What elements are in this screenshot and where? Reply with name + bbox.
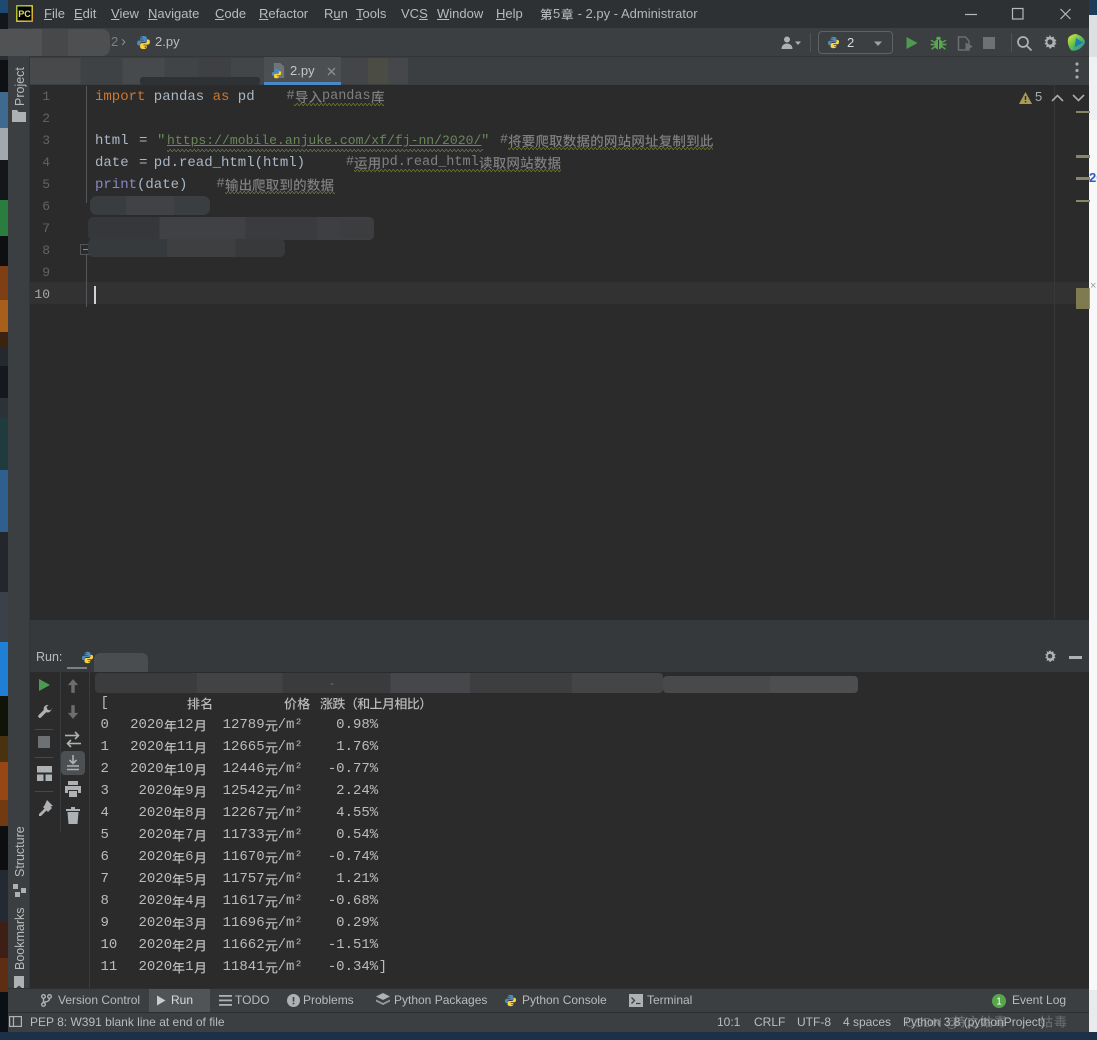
svg-text:PC: PC [18,9,31,19]
svg-text:1: 1 [996,997,1002,1008]
